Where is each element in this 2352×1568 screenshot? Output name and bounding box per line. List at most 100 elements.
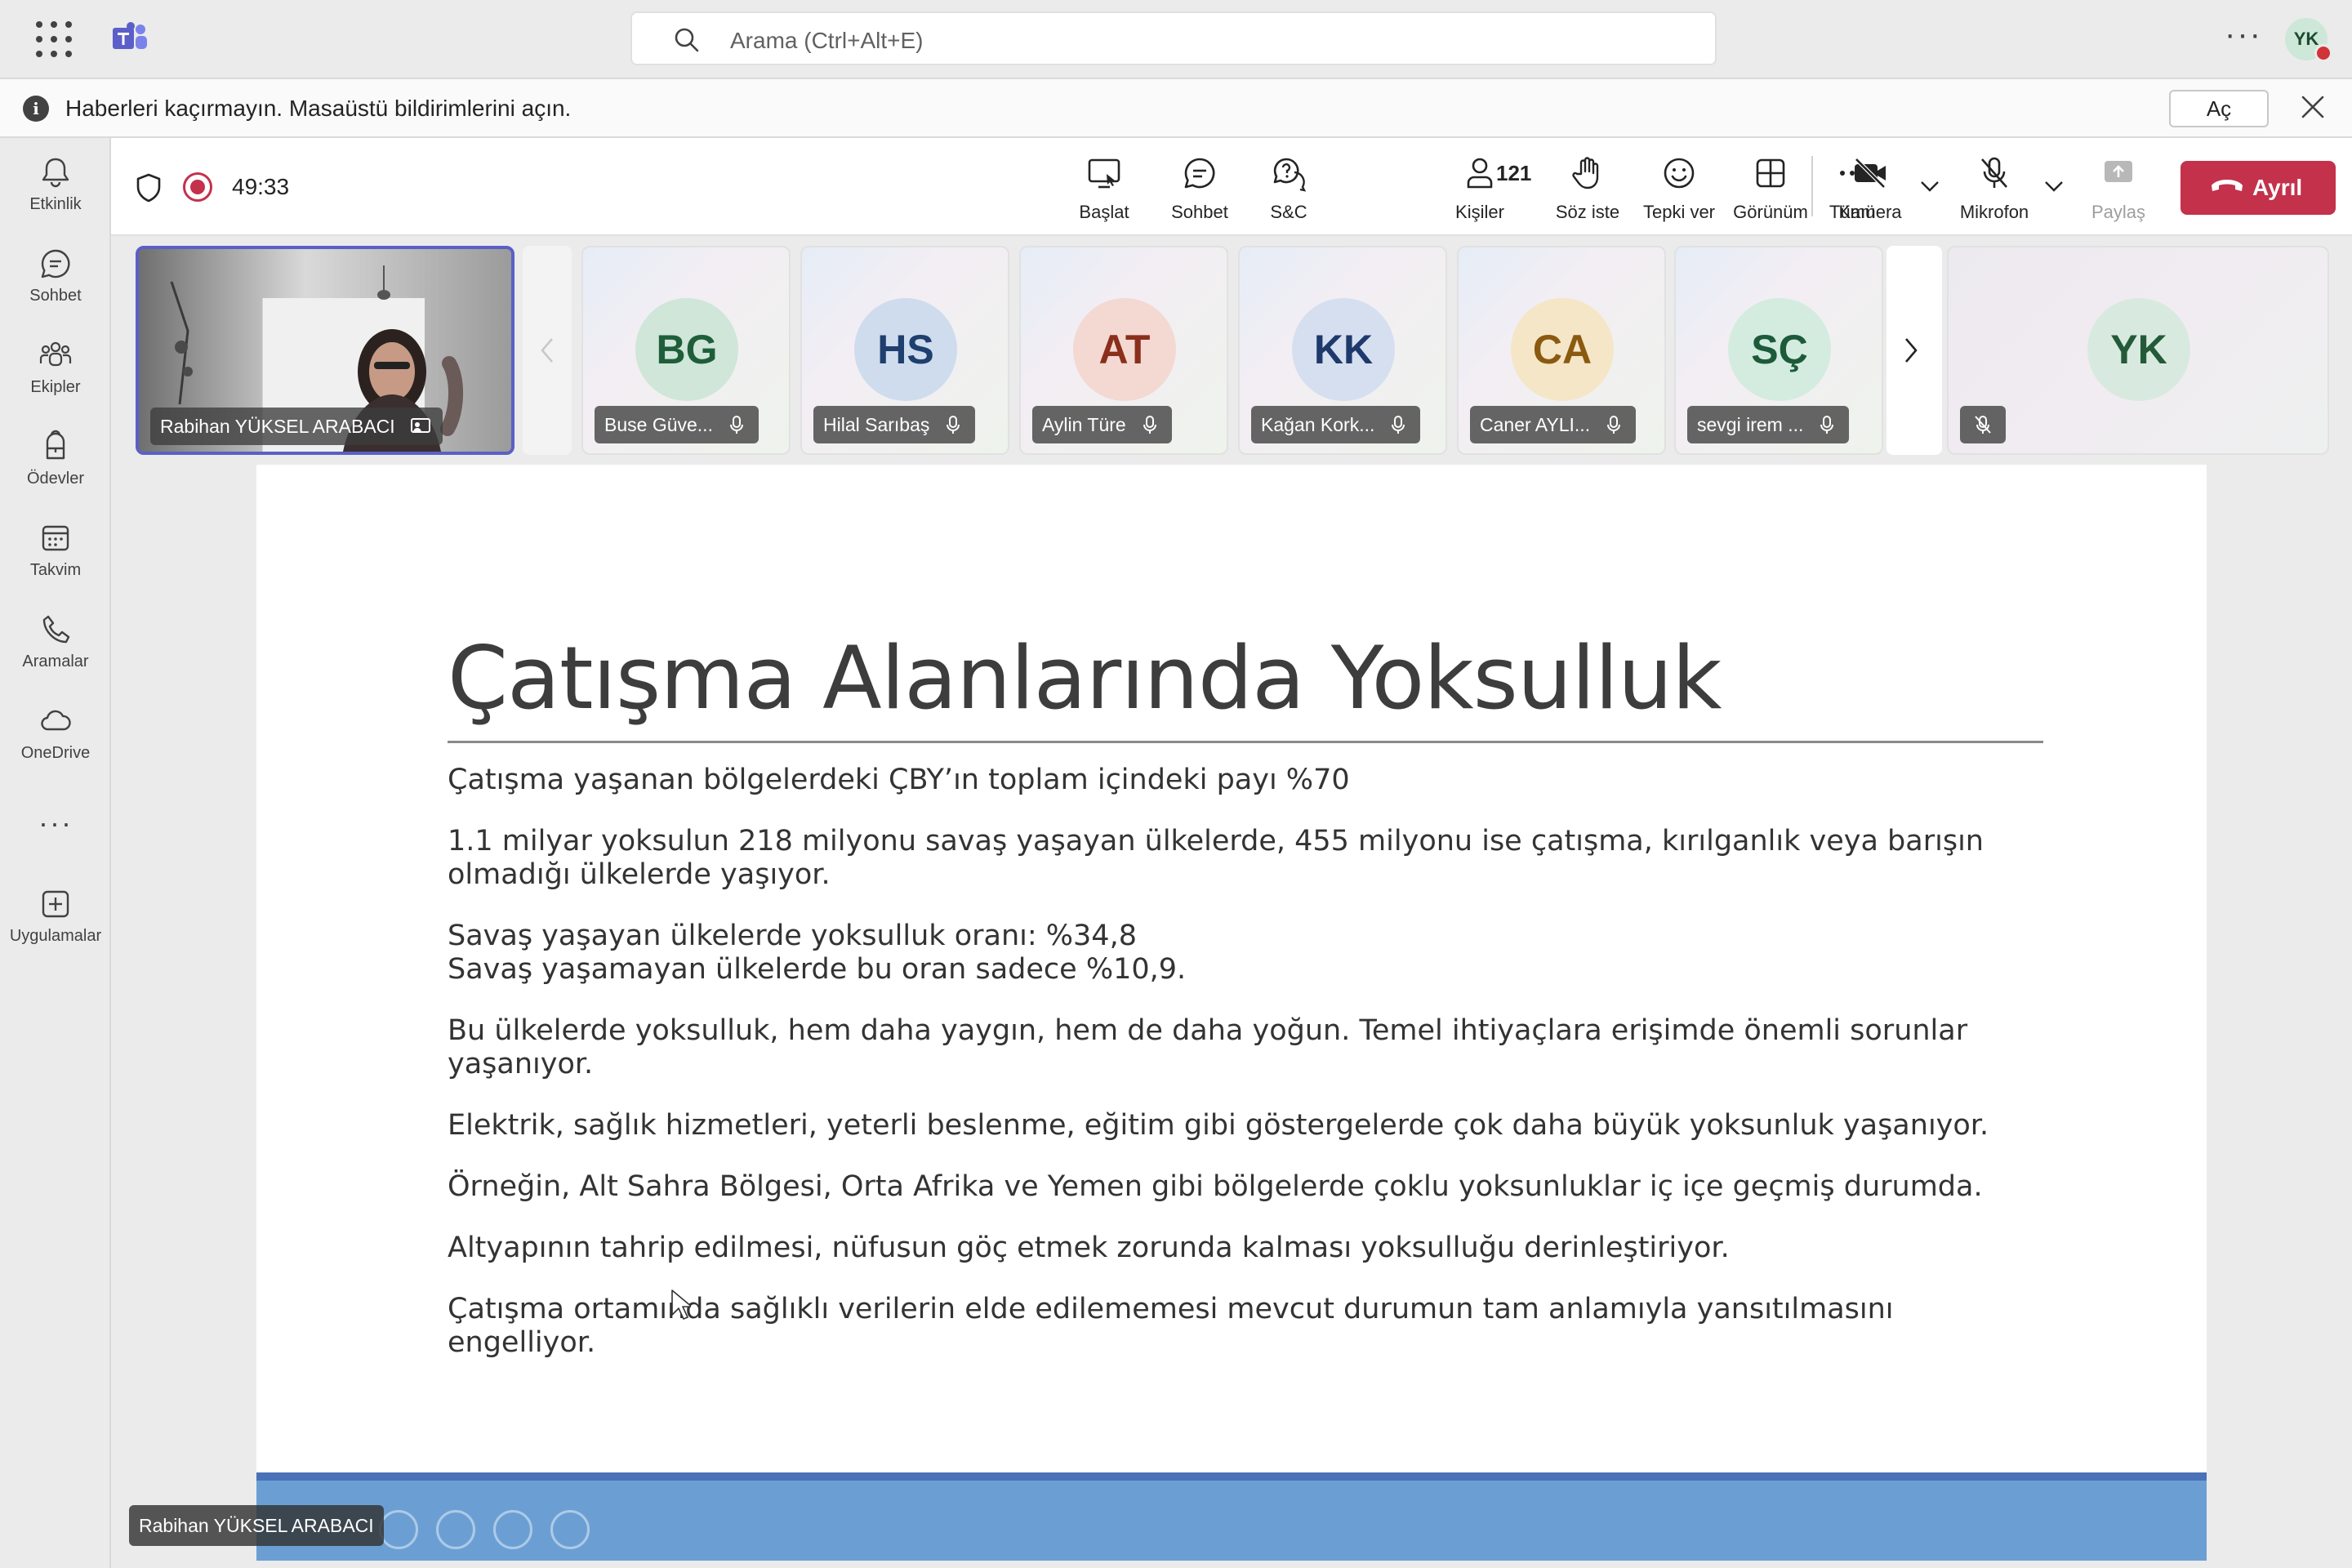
rail-item-apps[interactable]: Uygulamalar — [0, 876, 111, 958]
rail-item-label: Ekipler — [30, 378, 81, 396]
react-button[interactable]: Tepki ver — [1642, 154, 1717, 228]
teams-icon — [39, 341, 72, 367]
backpack-icon — [46, 430, 65, 460]
share-button[interactable]: Paylaş — [2086, 154, 2151, 228]
bell-icon — [42, 158, 69, 188]
close-icon[interactable] — [2296, 91, 2329, 123]
slide-paragraph: 1.1 milyar yoksulun 218 milyonu savaş ya… — [448, 825, 1984, 891]
participant-avatar: KK — [1292, 298, 1395, 401]
slide-more-icon[interactable] — [550, 1510, 590, 1549]
screen-share-icon — [410, 418, 430, 433]
participant-avatar: SÇ — [1728, 298, 1831, 401]
view-button[interactable]: Görünüm — [1731, 154, 1810, 228]
qa-button[interactable]: S&C — [1256, 154, 1321, 228]
rail-item-calendar[interactable]: Takvim — [0, 510, 111, 592]
share-label: Paylaş — [2091, 202, 2146, 222]
self-mic-badge — [1960, 406, 2006, 443]
start-presenting-button[interactable]: Başlat — [1071, 154, 1137, 228]
rail-item-activity[interactable]: Etkinlik — [0, 145, 111, 226]
rail-item-teams[interactable]: Ekipler — [0, 327, 111, 409]
people-label: Kişiler — [1455, 202, 1504, 222]
search-placeholder: Arama (Ctrl+Alt+E) — [730, 28, 924, 53]
camera-off-icon — [1855, 158, 1886, 189]
slide-paragraph: Çatışma yaşanan bölgelerdeki ÇBY’ın topl… — [448, 764, 1350, 796]
participant-name: sevgi irem ... — [1687, 406, 1850, 443]
shield-icon[interactable] — [134, 172, 163, 203]
pen-tool-icon[interactable] — [379, 1510, 418, 1549]
participant-name: Hilal Sarıbaş — [813, 406, 976, 443]
app-rail: Etkinlik Sohbet Ekipler Ödevler Takvim A… — [0, 138, 111, 1568]
title-bar: Arama (Ctrl+Alt+E) ··· YK — [0, 0, 2352, 78]
slides-grid-icon[interactable] — [436, 1510, 475, 1549]
rail-item-label: Ödevler — [26, 470, 85, 488]
meeting-timer: 49:33 — [232, 174, 290, 199]
presenter-name: Rabihan YÜKSEL ARABACI — [160, 416, 395, 437]
rail-item-label: Sohbet — [29, 287, 82, 305]
app-launcher-icon[interactable] — [36, 21, 72, 57]
slide-title: Çatışma Alanlarında Yoksulluk — [448, 628, 1722, 728]
phone-icon — [42, 615, 70, 644]
calendar-icon — [42, 525, 69, 551]
rail-item-calls[interactable]: Aramalar — [0, 602, 111, 684]
participant-tile[interactable]: HS Hilal Sarıbaş — [800, 246, 1009, 455]
participant-tile[interactable]: KK Kağan Kork... — [1238, 246, 1447, 455]
strip-next-button[interactable] — [1886, 246, 1942, 455]
participant-avatar: AT — [1073, 298, 1176, 401]
mic-options-chevron-down-icon[interactable] — [2043, 180, 2065, 193]
strip-previous-button[interactable] — [523, 246, 572, 455]
participant-name: Caner AYLI... — [1470, 406, 1637, 443]
self-tile[interactable]: YK — [1947, 246, 2329, 455]
more-apps-icon[interactable]: ··· — [0, 806, 111, 840]
rail-item-label: Etkinlik — [29, 195, 82, 213]
mic-icon — [1143, 416, 1156, 434]
participant-tile[interactable]: AT Aylin Türe — [1019, 246, 1228, 455]
microphone-button[interactable]: Mikrofon — [1955, 154, 2034, 228]
raise-hand-icon — [1572, 157, 1599, 189]
recording-icon — [183, 172, 212, 202]
participant-name-text: sevgi irem ... — [1697, 414, 1804, 435]
participant-name-text: Aylin Türe — [1042, 414, 1126, 435]
meeting-chat-button[interactable]: Sohbet — [1163, 154, 1236, 228]
chevron-right-icon — [1905, 338, 1918, 363]
rail-item-chat[interactable]: Sohbet — [0, 236, 111, 318]
mic-off-icon — [1975, 416, 1991, 434]
participant-tile[interactable]: BG Buse Güve... — [581, 246, 791, 455]
presenter-name-label: Rabihan YÜKSEL ARABACI — [129, 1505, 384, 1546]
camera-button[interactable]: Kamera — [1836, 154, 1904, 228]
enable-notifications-button[interactable]: Aç — [2169, 90, 2269, 127]
qa-label: S&C — [1270, 202, 1307, 222]
slide-paragraph: Elektrik, sağlık hizmetleri, yeterli bes… — [448, 1109, 1989, 1142]
participant-name-text: Buse Güve... — [604, 414, 713, 435]
camera-options-chevron-down-icon[interactable] — [1919, 180, 1940, 193]
search-input[interactable]: Arama (Ctrl+Alt+E) — [630, 11, 1717, 65]
participant-video-tile[interactable]: Rabihan YÜKSEL ARABACI — [136, 246, 514, 455]
mic-icon — [947, 416, 960, 434]
slide-paragraph: Savaş yaşayan ülkelerde yoksulluk oranı:… — [448, 920, 1137, 952]
more-options-icon[interactable]: ··· — [2225, 16, 2262, 53]
toolbar-divider — [1811, 156, 1813, 216]
slide-paragraph: Örneğin, Alt Sahra Bölgesi, Orta Afrika … — [448, 1170, 1983, 1203]
meeting-stage: Rabihan YÜKSEL ARABACI BG Buse Güve... H… — [111, 236, 2352, 1568]
slide-footer-band — [256, 1472, 2207, 1561]
rail-item-onedrive[interactable]: OneDrive — [0, 693, 111, 775]
mic-off-icon — [1981, 157, 2007, 188]
raise-hand-button[interactable]: Söz iste — [1555, 154, 1620, 228]
leave-button[interactable]: Ayrıl — [2180, 161, 2336, 215]
react-label: Tepki ver — [1642, 202, 1716, 222]
self-avatar: YK — [2087, 298, 2190, 401]
notification-bar: i Haberleri kaçırmayın. Masaüstü bildiri… — [0, 78, 2352, 138]
participant-tile[interactable]: CA Caner AYLI... — [1457, 246, 1666, 455]
zoom-icon[interactable] — [493, 1510, 532, 1549]
participant-avatar: HS — [854, 298, 957, 401]
participant-tile[interactable]: SÇ sevgi irem ... — [1674, 246, 1883, 455]
participant-name-text: Kağan Kork... — [1261, 414, 1375, 435]
rail-item-assignments[interactable]: Ödevler — [0, 419, 111, 501]
slide-paragraph: Altyapının tahrip edilmesi, nüfusun göç … — [448, 1232, 1730, 1264]
teams-logo-icon[interactable] — [111, 21, 149, 56]
rail-item-label: Uygulamalar — [9, 927, 102, 945]
qa-icon — [1273, 158, 1307, 192]
cloud-icon — [41, 710, 71, 731]
hang-up-icon — [2212, 180, 2243, 191]
search-icon — [675, 28, 699, 52]
add-apps-icon — [42, 890, 69, 918]
